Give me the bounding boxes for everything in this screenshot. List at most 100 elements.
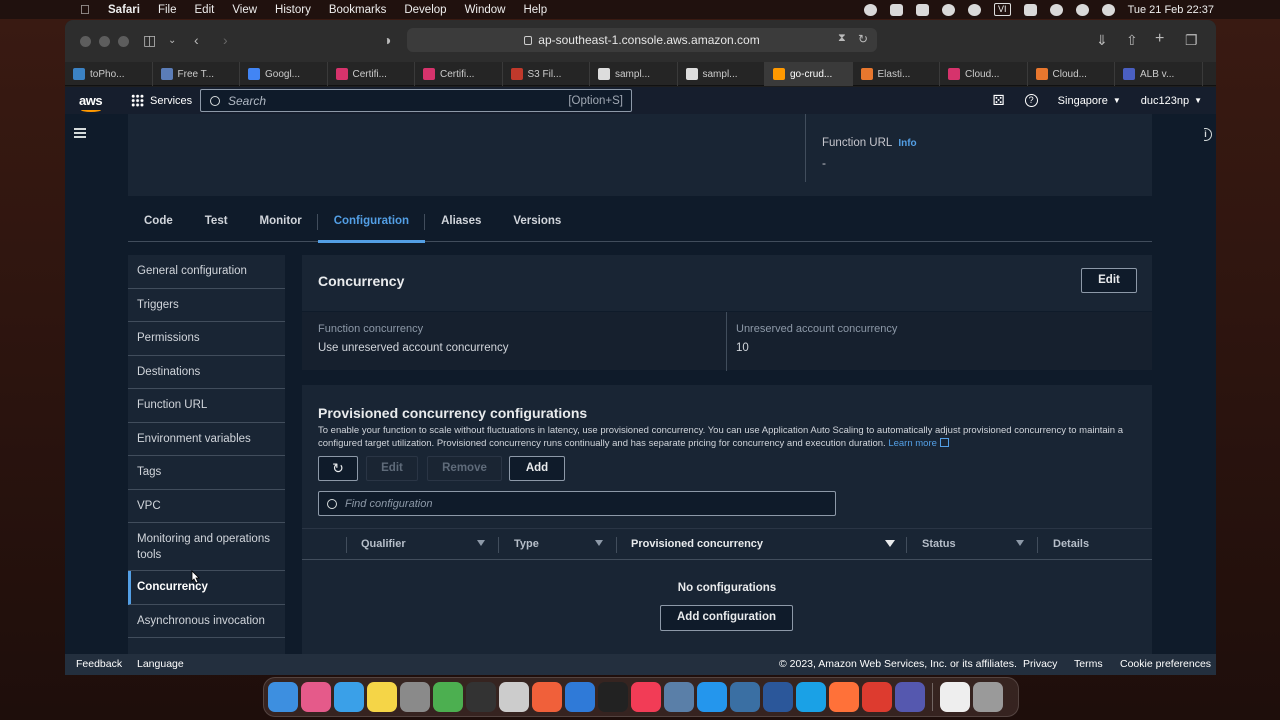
browser-tab[interactable]: sampl... — [590, 62, 678, 86]
dock-app-icon[interactable] — [730, 682, 760, 712]
add-config-button[interactable]: Add — [509, 456, 565, 481]
browser-tab[interactable]: Certifi... — [328, 62, 415, 86]
dock-app-icon[interactable] — [532, 682, 562, 712]
side-menu-item-triggers[interactable]: Triggers — [128, 289, 285, 322]
browser-tab[interactable]: Certifi... — [415, 62, 503, 86]
dock-app-icon[interactable] — [664, 682, 694, 712]
tab-overview-icon[interactable]: ❐ — [1185, 32, 1198, 49]
aws-logo[interactable]: aws — [79, 93, 107, 112]
browser-tab[interactable]: S3 Fil... — [503, 62, 590, 86]
menu-view[interactable]: View — [232, 4, 257, 16]
tab-aliases[interactable]: Aliases — [425, 202, 497, 242]
tab-configuration[interactable]: Configuration — [317, 202, 426, 243]
browser-tab[interactable]: Googl... — [240, 62, 328, 86]
dock-app-icon[interactable] — [565, 682, 595, 712]
zoom-window-button[interactable] — [118, 35, 129, 47]
side-menu-item-asynchronous-invocation[interactable]: Asynchronous invocation — [128, 605, 285, 638]
weather-icon[interactable] — [916, 3, 930, 16]
side-menu-item-function-url[interactable]: Function URL — [128, 389, 285, 423]
spotlight-icon[interactable] — [1075, 3, 1089, 16]
notifications-bell-icon[interactable]: ⚄ — [993, 92, 1005, 109]
battery-icon[interactable] — [1023, 3, 1037, 16]
side-menu-item-destinations[interactable]: Destinations — [128, 356, 285, 389]
menubar-clock[interactable]: Tue 21 Feb 22:37 — [1128, 4, 1214, 16]
find-configuration-input[interactable]: Find configuration — [318, 491, 836, 516]
siri-icon[interactable] — [1101, 3, 1115, 16]
learn-more-link[interactable]: Learn more — [888, 438, 949, 449]
column-status[interactable]: Status — [922, 529, 1027, 560]
menu-edit[interactable]: Edit — [195, 4, 215, 16]
translate-icon[interactable]: ⧗ — [838, 32, 846, 45]
edit-concurrency-button[interactable]: Edit — [1081, 268, 1137, 293]
cookie-preferences-link[interactable]: Cookie preferences — [1120, 658, 1211, 670]
account-menu[interactable]: duc123np ▼ — [1141, 95, 1202, 107]
add-configuration-button[interactable]: Add configuration — [660, 605, 793, 631]
minimize-window-button[interactable] — [99, 35, 110, 47]
wifi-icon[interactable] — [1049, 3, 1063, 16]
refresh-button[interactable]: ↻ — [318, 456, 358, 481]
services-menu[interactable]: Services — [131, 94, 192, 107]
apple-icon[interactable]:  — [80, 2, 94, 17]
region-selector[interactable]: Singapore ▼ — [1058, 95, 1121, 107]
help-button[interactable]: ? — [1024, 94, 1038, 107]
side-menu-item-general-configuration[interactable]: General configuration — [128, 255, 285, 289]
tab-code[interactable]: Code — [128, 202, 189, 242]
dock-app-icon[interactable] — [862, 682, 892, 712]
column-qualifier[interactable]: Qualifier — [361, 529, 487, 560]
dock-app-icon[interactable] — [400, 682, 430, 712]
back-icon[interactable]: ‹ — [194, 32, 199, 48]
new-tab-icon[interactable]: + — [1155, 30, 1164, 48]
dock-app-icon[interactable] — [697, 682, 727, 712]
input-source-badge[interactable]: VI — [994, 3, 1011, 16]
forward-icon[interactable]: › — [223, 32, 228, 48]
dock-app-icon[interactable] — [301, 682, 331, 712]
aws-search-input[interactable]: Search [Option+S] — [200, 89, 632, 112]
column-details[interactable]: Details — [1053, 529, 1133, 560]
browser-tab[interactable]: go-crud... — [765, 62, 853, 86]
hamburger-menu-icon[interactable] — [74, 128, 86, 138]
side-menu-item-vpc[interactable]: VPC — [128, 490, 285, 523]
info-link[interactable]: Info — [898, 138, 916, 149]
menu-develop[interactable]: Develop — [404, 4, 446, 16]
tab-monitor[interactable]: Monitor — [244, 202, 318, 242]
dock-app-icon[interactable] — [763, 682, 793, 712]
column-provisioned-concurrency[interactable]: Provisioned concurrency — [631, 529, 896, 560]
sidebar-icon[interactable]: ◫ — [143, 32, 156, 49]
dock-app-icon[interactable] — [631, 682, 661, 712]
chevron-down-icon[interactable]: ⌄ — [168, 35, 176, 46]
side-menu-item-concurrency[interactable]: Concurrency — [128, 571, 285, 605]
menu-help[interactable]: Help — [523, 4, 547, 16]
record-icon[interactable] — [864, 3, 878, 16]
play-icon[interactable] — [968, 3, 982, 16]
menu-app-name[interactable]: Safari — [108, 4, 140, 16]
browser-tab[interactable]: toPho... — [65, 62, 153, 86]
menu-bookmarks[interactable]: Bookmarks — [329, 4, 387, 16]
close-window-button[interactable] — [80, 35, 91, 47]
browser-tab[interactable]: sampl... — [678, 62, 765, 86]
side-menu-item-tags[interactable]: Tags — [128, 456, 285, 490]
feedback-link[interactable]: Feedback — [76, 658, 122, 670]
terms-link[interactable]: Terms — [1074, 658, 1103, 670]
edit-config-button[interactable]: Edit — [366, 456, 418, 481]
tab-test[interactable]: Test — [189, 202, 244, 242]
browser-tab[interactable]: Cloud... — [1028, 62, 1115, 86]
side-menu-item-monitoring-and-operations-tools[interactable]: Monitoring and operations tools — [128, 523, 285, 571]
address-bar[interactable]: ap-southeast-1.console.aws.amazon.com — [407, 28, 877, 52]
dock-app-icon[interactable] — [499, 682, 529, 712]
browser-tab[interactable]: ALB v... — [1115, 62, 1203, 86]
dock-app-icon[interactable] — [895, 682, 925, 712]
app-status-icon[interactable] — [942, 3, 956, 16]
column-type[interactable]: Type — [514, 529, 608, 560]
reload-icon[interactable]: ↻ — [858, 32, 868, 46]
share-icon[interactable]: ⇧ — [1126, 32, 1138, 49]
dock-app-icon[interactable] — [973, 682, 1003, 712]
side-menu-item-permissions[interactable]: Permissions — [128, 322, 285, 356]
browser-tab[interactable]: Elasti... — [853, 62, 940, 86]
dock-app-icon[interactable] — [334, 682, 364, 712]
menu-history[interactable]: History — [275, 4, 311, 16]
language-link[interactable]: Language — [137, 658, 184, 670]
dock-app-icon[interactable] — [367, 682, 397, 712]
side-menu-item-environment-variables[interactable]: Environment variables — [128, 423, 285, 456]
menu-window[interactable]: Window — [465, 4, 506, 16]
tab-versions[interactable]: Versions — [497, 202, 577, 242]
